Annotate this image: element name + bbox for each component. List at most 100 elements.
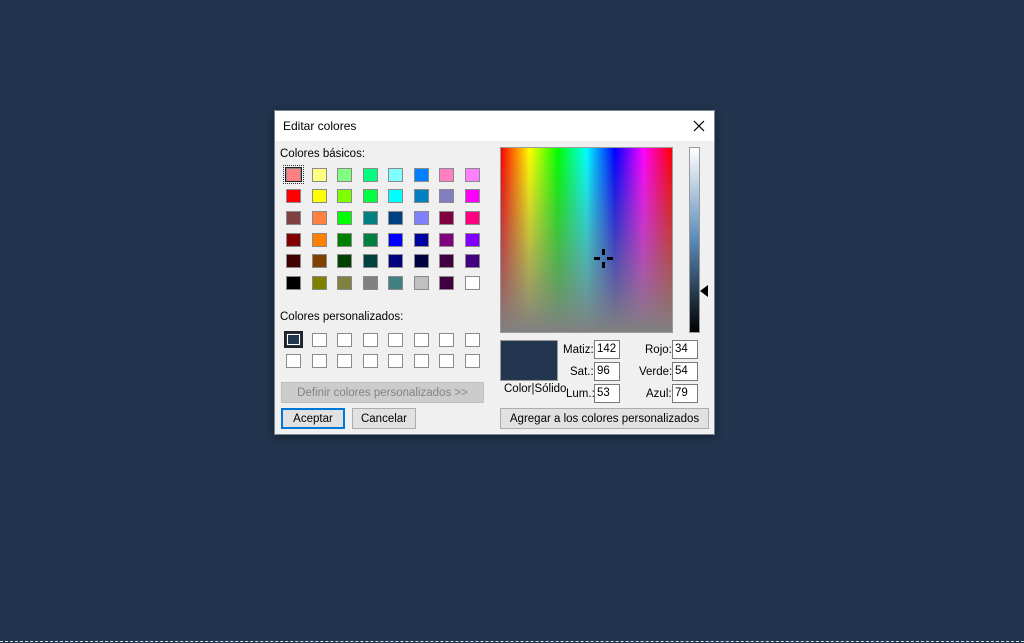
basic-color-swatch[interactable] — [332, 164, 358, 186]
basic-color-swatch[interactable] — [460, 164, 486, 186]
basic-color-swatch[interactable] — [332, 272, 358, 294]
add-to-custom-colors-button[interactable]: Agregar a los colores personalizados — [500, 408, 709, 429]
basic-color-swatch[interactable] — [307, 250, 333, 272]
basic-color-swatch[interactable] — [434, 272, 460, 294]
custom-color-swatch-fill — [439, 353, 455, 368]
basic-color-swatch-fill — [439, 254, 455, 269]
basic-color-swatch[interactable] — [281, 229, 307, 251]
custom-colors-grid — [281, 329, 485, 371]
basic-color-swatch-fill — [362, 167, 378, 182]
luminosity-slider[interactable] — [689, 147, 700, 333]
basic-color-swatch-fill — [311, 189, 327, 204]
sat-input[interactable]: 96 — [594, 362, 620, 381]
basic-color-swatch[interactable] — [281, 272, 307, 294]
custom-color-swatch[interactable] — [434, 350, 460, 371]
color-spectrum[interactable] — [500, 147, 673, 333]
basic-color-swatch[interactable] — [358, 164, 384, 186]
basic-color-swatch[interactable] — [409, 164, 435, 186]
custom-color-swatch-fill — [311, 353, 327, 368]
basic-color-swatch[interactable] — [281, 207, 307, 229]
basic-color-swatch[interactable] — [332, 186, 358, 208]
basic-color-swatch-fill — [286, 254, 302, 269]
basic-color-swatch[interactable] — [409, 250, 435, 272]
basic-color-swatch[interactable] — [409, 272, 435, 294]
basic-color-swatch-fill — [311, 210, 327, 225]
custom-color-swatch[interactable] — [307, 350, 333, 371]
basic-color-swatch[interactable] — [383, 207, 409, 229]
red-input[interactable]: 34 — [672, 340, 698, 359]
basic-color-swatch[interactable] — [383, 250, 409, 272]
basic-color-swatch-fill — [464, 167, 480, 182]
custom-color-swatch[interactable] — [358, 350, 384, 371]
custom-color-swatch[interactable] — [409, 329, 435, 350]
basic-color-swatch[interactable] — [281, 164, 307, 186]
basic-color-swatch-fill — [362, 275, 378, 290]
basic-color-swatch-fill — [362, 189, 378, 204]
basic-color-swatch[interactable] — [383, 164, 409, 186]
basic-color-swatch[interactable] — [434, 207, 460, 229]
custom-color-swatch[interactable] — [332, 350, 358, 371]
custom-color-swatch[interactable] — [332, 329, 358, 350]
basic-color-swatch[interactable] — [383, 229, 409, 251]
lum-label: Lum.: — [566, 388, 595, 400]
basic-color-swatch[interactable] — [332, 207, 358, 229]
basic-color-swatch[interactable] — [383, 186, 409, 208]
basic-color-swatch[interactable] — [409, 229, 435, 251]
custom-color-swatch[interactable] — [383, 350, 409, 371]
lum-input[interactable]: 53 — [594, 384, 620, 403]
basic-color-swatch[interactable] — [383, 272, 409, 294]
basic-color-swatch[interactable] — [460, 186, 486, 208]
define-custom-colors-button[interactable]: Definir colores personalizados >> — [281, 382, 484, 403]
basic-color-swatch[interactable] — [460, 250, 486, 272]
hue-input[interactable]: 142 — [594, 340, 620, 359]
basic-color-swatch[interactable] — [358, 272, 384, 294]
basic-color-swatch[interactable] — [434, 250, 460, 272]
basic-color-swatch[interactable] — [434, 186, 460, 208]
basic-color-swatch[interactable] — [460, 229, 486, 251]
custom-color-swatch[interactable] — [281, 350, 307, 371]
arrow-left-icon[interactable] — [700, 285, 708, 297]
green-input[interactable]: 54 — [672, 362, 698, 381]
custom-color-swatch[interactable] — [383, 329, 409, 350]
title-bar: Editar colores — [275, 111, 714, 141]
basic-color-swatch[interactable] — [358, 186, 384, 208]
blue-input[interactable]: 79 — [672, 384, 698, 403]
basic-color-swatch[interactable] — [307, 229, 333, 251]
basic-color-swatch[interactable] — [307, 272, 333, 294]
custom-color-swatch[interactable] — [434, 329, 460, 350]
basic-color-swatch[interactable] — [307, 164, 333, 186]
basic-color-swatch[interactable] — [332, 250, 358, 272]
basic-color-swatch[interactable] — [460, 272, 486, 294]
custom-color-swatch[interactable] — [409, 350, 435, 371]
custom-color-swatch[interactable] — [307, 329, 333, 350]
custom-color-swatch[interactable] — [460, 350, 486, 371]
basic-color-swatch[interactable] — [409, 207, 435, 229]
custom-color-swatch[interactable] — [281, 329, 307, 350]
custom-color-swatch[interactable] — [358, 329, 384, 350]
basic-color-swatch[interactable] — [409, 186, 435, 208]
close-button[interactable] — [684, 111, 714, 141]
basic-color-swatch[interactable] — [281, 186, 307, 208]
basic-color-swatch[interactable] — [332, 229, 358, 251]
basic-color-swatch[interactable] — [434, 229, 460, 251]
custom-color-swatch-fill — [284, 331, 304, 348]
basic-color-swatch-fill — [388, 275, 404, 290]
basic-color-swatch-fill — [362, 254, 378, 269]
sat-label: Sat.: — [570, 366, 594, 378]
basic-color-swatch[interactable] — [434, 164, 460, 186]
basic-color-swatch[interactable] — [460, 207, 486, 229]
basic-color-swatch-fill — [286, 210, 302, 225]
green-label: Verde: — [639, 366, 673, 378]
custom-color-swatch[interactable] — [460, 329, 486, 350]
dialog-title: Editar colores — [283, 119, 357, 133]
crosshair-icon — [594, 249, 613, 268]
basic-color-swatch[interactable] — [307, 186, 333, 208]
basic-color-swatch[interactable] — [358, 229, 384, 251]
basic-color-swatch[interactable] — [281, 250, 307, 272]
basic-color-swatch-fill — [362, 232, 378, 247]
basic-color-swatch[interactable] — [358, 207, 384, 229]
basic-color-swatch[interactable] — [358, 250, 384, 272]
cancel-button[interactable]: Cancelar — [352, 408, 416, 429]
basic-color-swatch[interactable] — [307, 207, 333, 229]
ok-button[interactable]: Aceptar — [281, 408, 345, 429]
